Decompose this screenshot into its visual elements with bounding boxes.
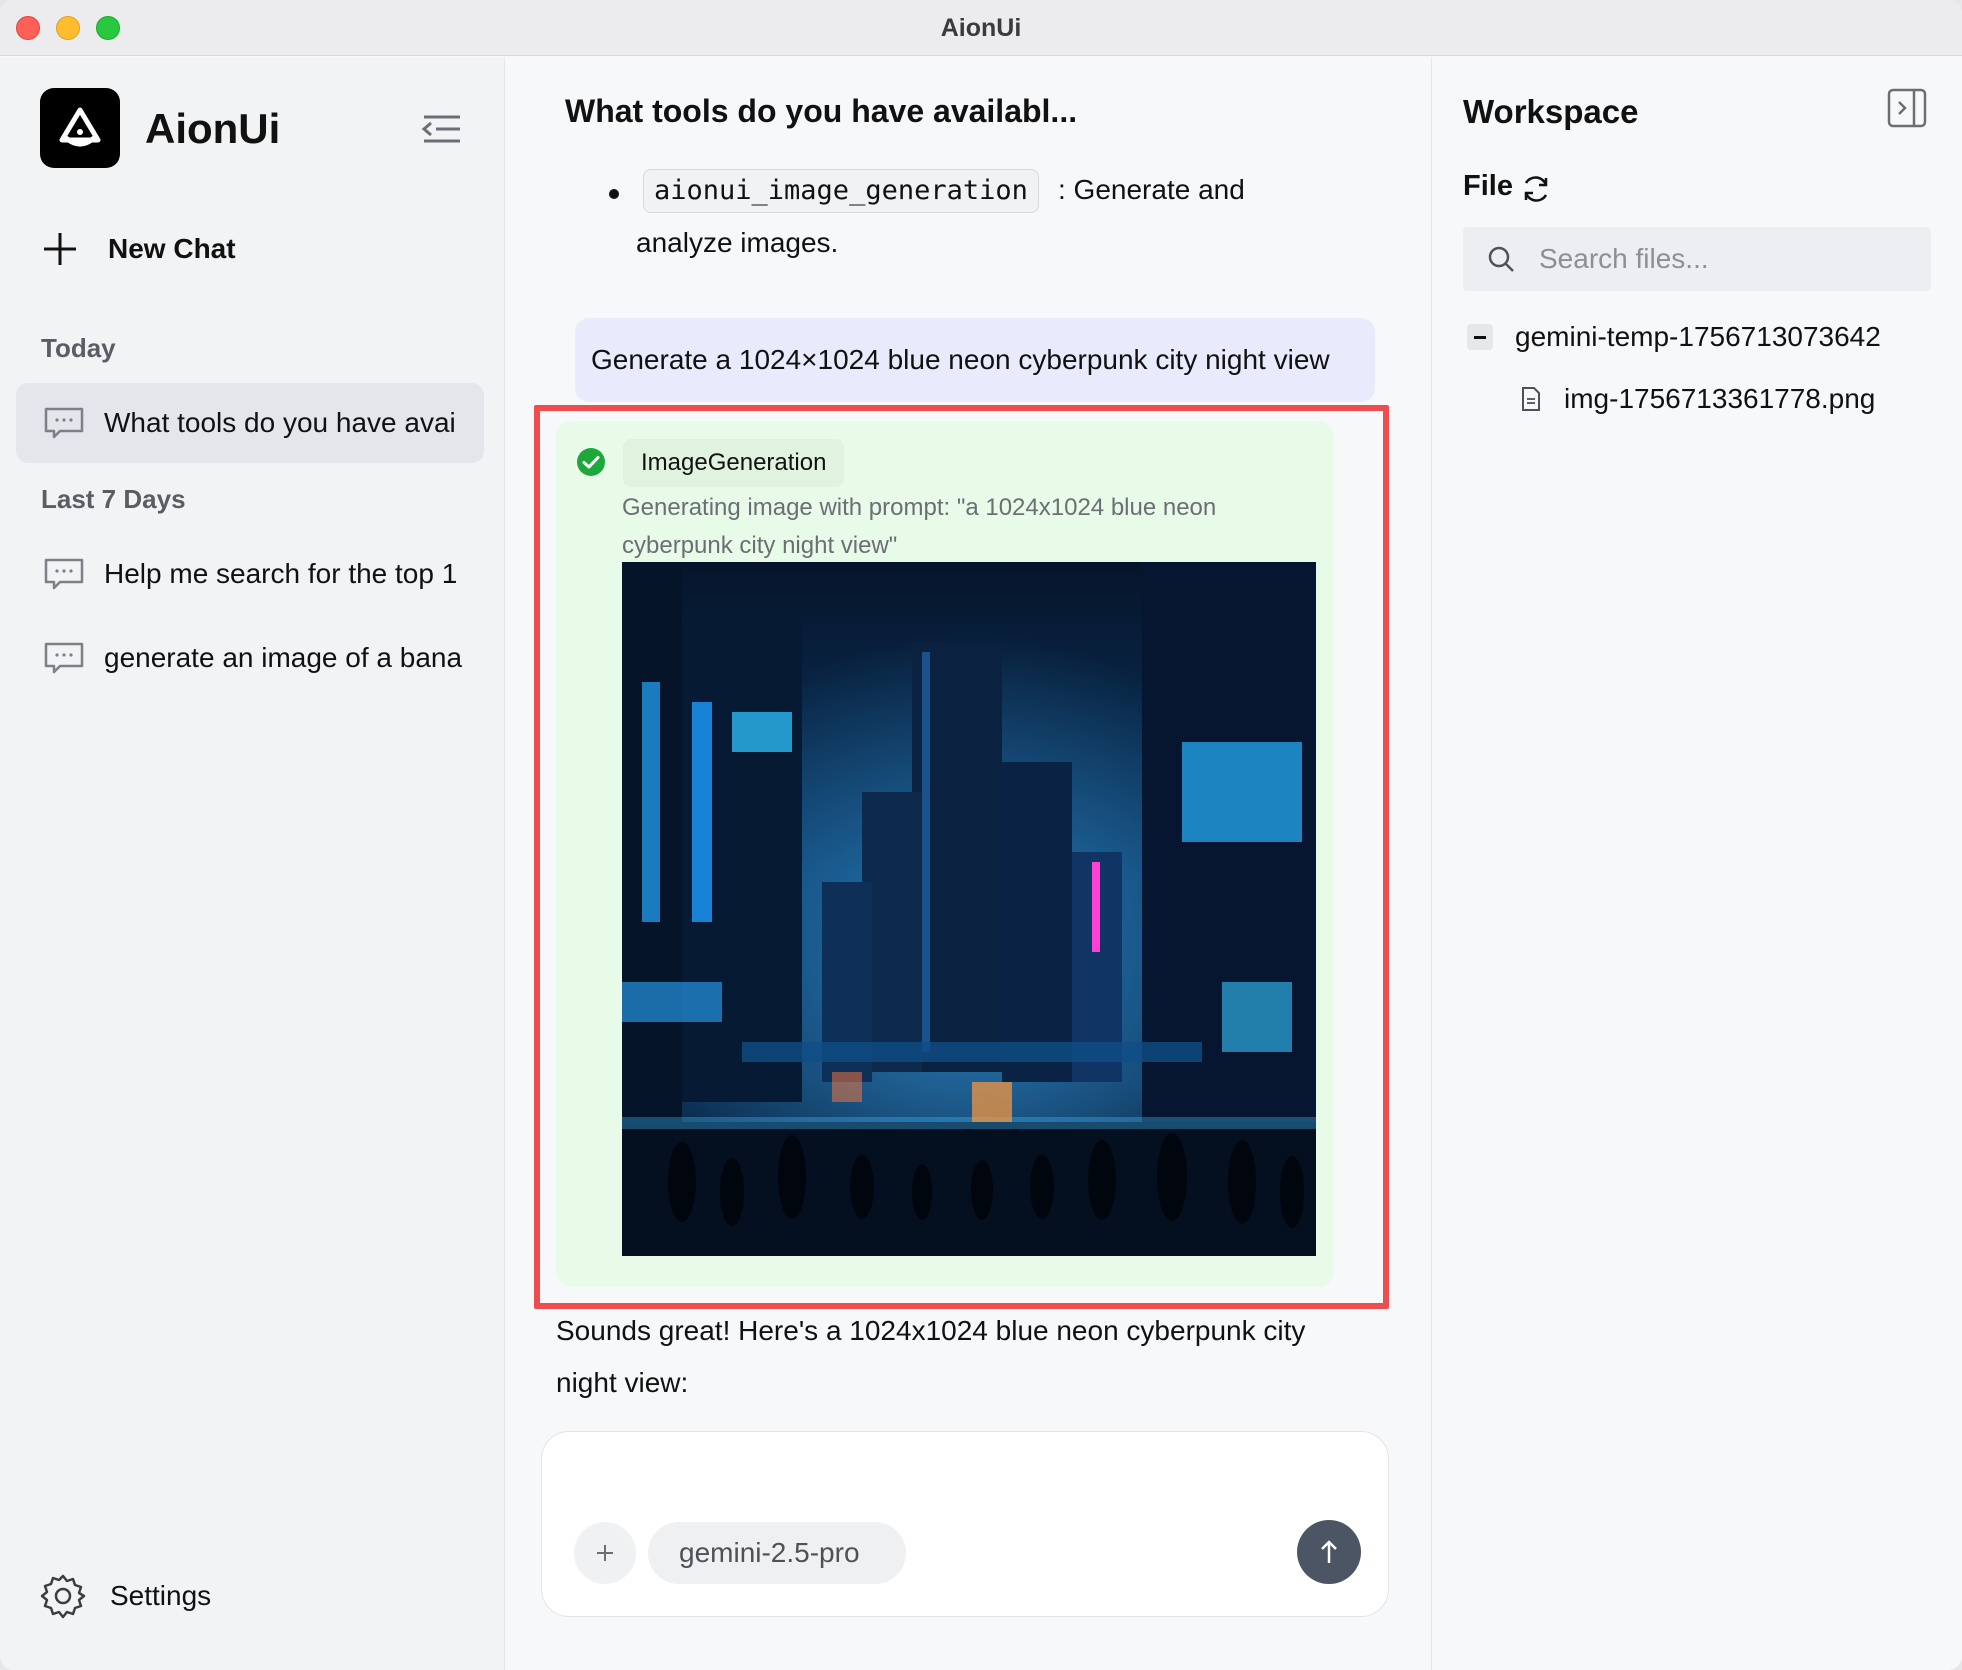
search-files-input[interactable] <box>1539 235 1919 283</box>
assistant-message: Sounds great! Here's a 1024x1024 blue ne… <box>556 1315 1306 1398</box>
highlight-annotation <box>534 405 1389 1309</box>
new-chat-label: New Chat <box>108 233 236 264</box>
collapse-folder-icon[interactable] <box>1467 324 1493 350</box>
file-search <box>1463 227 1931 291</box>
search-icon <box>1488 246 1514 272</box>
workspace-title: Workspace <box>1463 93 1639 130</box>
app-window: AionUi AionUi New Chat Today What tools … <box>0 0 1962 1670</box>
file-icon <box>1522 387 1540 411</box>
send-button[interactable] <box>1297 1520 1361 1584</box>
conversation-title: What tools do you have availabl... <box>565 93 1078 129</box>
inline-code: aionui_image_generation <box>643 169 1039 213</box>
chat-item[interactable]: What tools do you have avai <box>16 383 484 463</box>
title-bar: AionUi <box>0 0 1962 56</box>
chat-item-label: generate an image of a bana <box>104 642 463 673</box>
user-message: Generate a 1024×1024 blue neon cyberpunk… <box>575 318 1375 402</box>
chat-item-label: Help me search for the top 1 <box>104 558 458 589</box>
refresh-icon[interactable] <box>1520 173 1552 205</box>
app-logo <box>40 88 120 168</box>
plus-icon <box>44 233 76 265</box>
settings-label: Settings <box>110 1580 212 1611</box>
gear-icon <box>40 1574 86 1619</box>
bullet-text: : Generate and <box>1058 174 1245 205</box>
file-item[interactable]: img-1756713361778.png <box>1520 383 1875 415</box>
chat-item[interactable]: generate an image of a bana <box>16 618 484 698</box>
file-section-label: File <box>1463 170 1513 202</box>
bullet-point <box>609 189 619 199</box>
chat-bubble-icon <box>44 642 84 674</box>
arrow-up-icon <box>1321 1540 1337 1563</box>
new-chat-button[interactable]: New Chat <box>40 225 340 273</box>
settings-button[interactable]: Settings <box>40 1573 211 1619</box>
toggle-workspace-button[interactable] <box>1886 87 1928 129</box>
chat-bubble-icon <box>44 558 84 590</box>
attach-button[interactable] <box>574 1522 636 1584</box>
chat-panel: What tools do you have availabl... aionu… <box>506 57 1430 1670</box>
app-name: AionUi <box>145 105 281 152</box>
collapse-menu-icon <box>421 115 460 143</box>
aionui-logo-icon <box>59 107 101 147</box>
message-composer[interactable]: gemini-2.5-pro <box>541 1431 1389 1617</box>
folder-item[interactable]: gemini-temp-1756713073642 <box>1467 321 1881 353</box>
sidebar: AionUi New Chat Today What tools do you … <box>0 57 505 1670</box>
folder-name: gemini-temp-1756713073642 <box>1515 321 1881 352</box>
collapse-sidebar-button[interactable] <box>420 109 464 149</box>
panel-toggle-icon <box>1887 88 1927 128</box>
plus-icon <box>597 1545 613 1561</box>
file-name: img-1756713361778.png <box>1564 383 1876 414</box>
bullet-text-continued: analyze images. <box>636 227 839 258</box>
section-label-last-7-days: Last 7 Days <box>41 484 186 514</box>
model-selector[interactable]: gemini-2.5-pro <box>648 1522 906 1584</box>
chat-bubble-icon <box>44 407 84 439</box>
section-label-today: Today <box>41 333 116 363</box>
window-title: AionUi <box>940 14 1022 42</box>
chat-item-label: What tools do you have avai <box>104 407 456 438</box>
workspace-panel: Workspace File gemini-temp-1756713073642 <box>1431 57 1962 1670</box>
chat-item[interactable]: Help me search for the top 1 <box>16 534 484 614</box>
